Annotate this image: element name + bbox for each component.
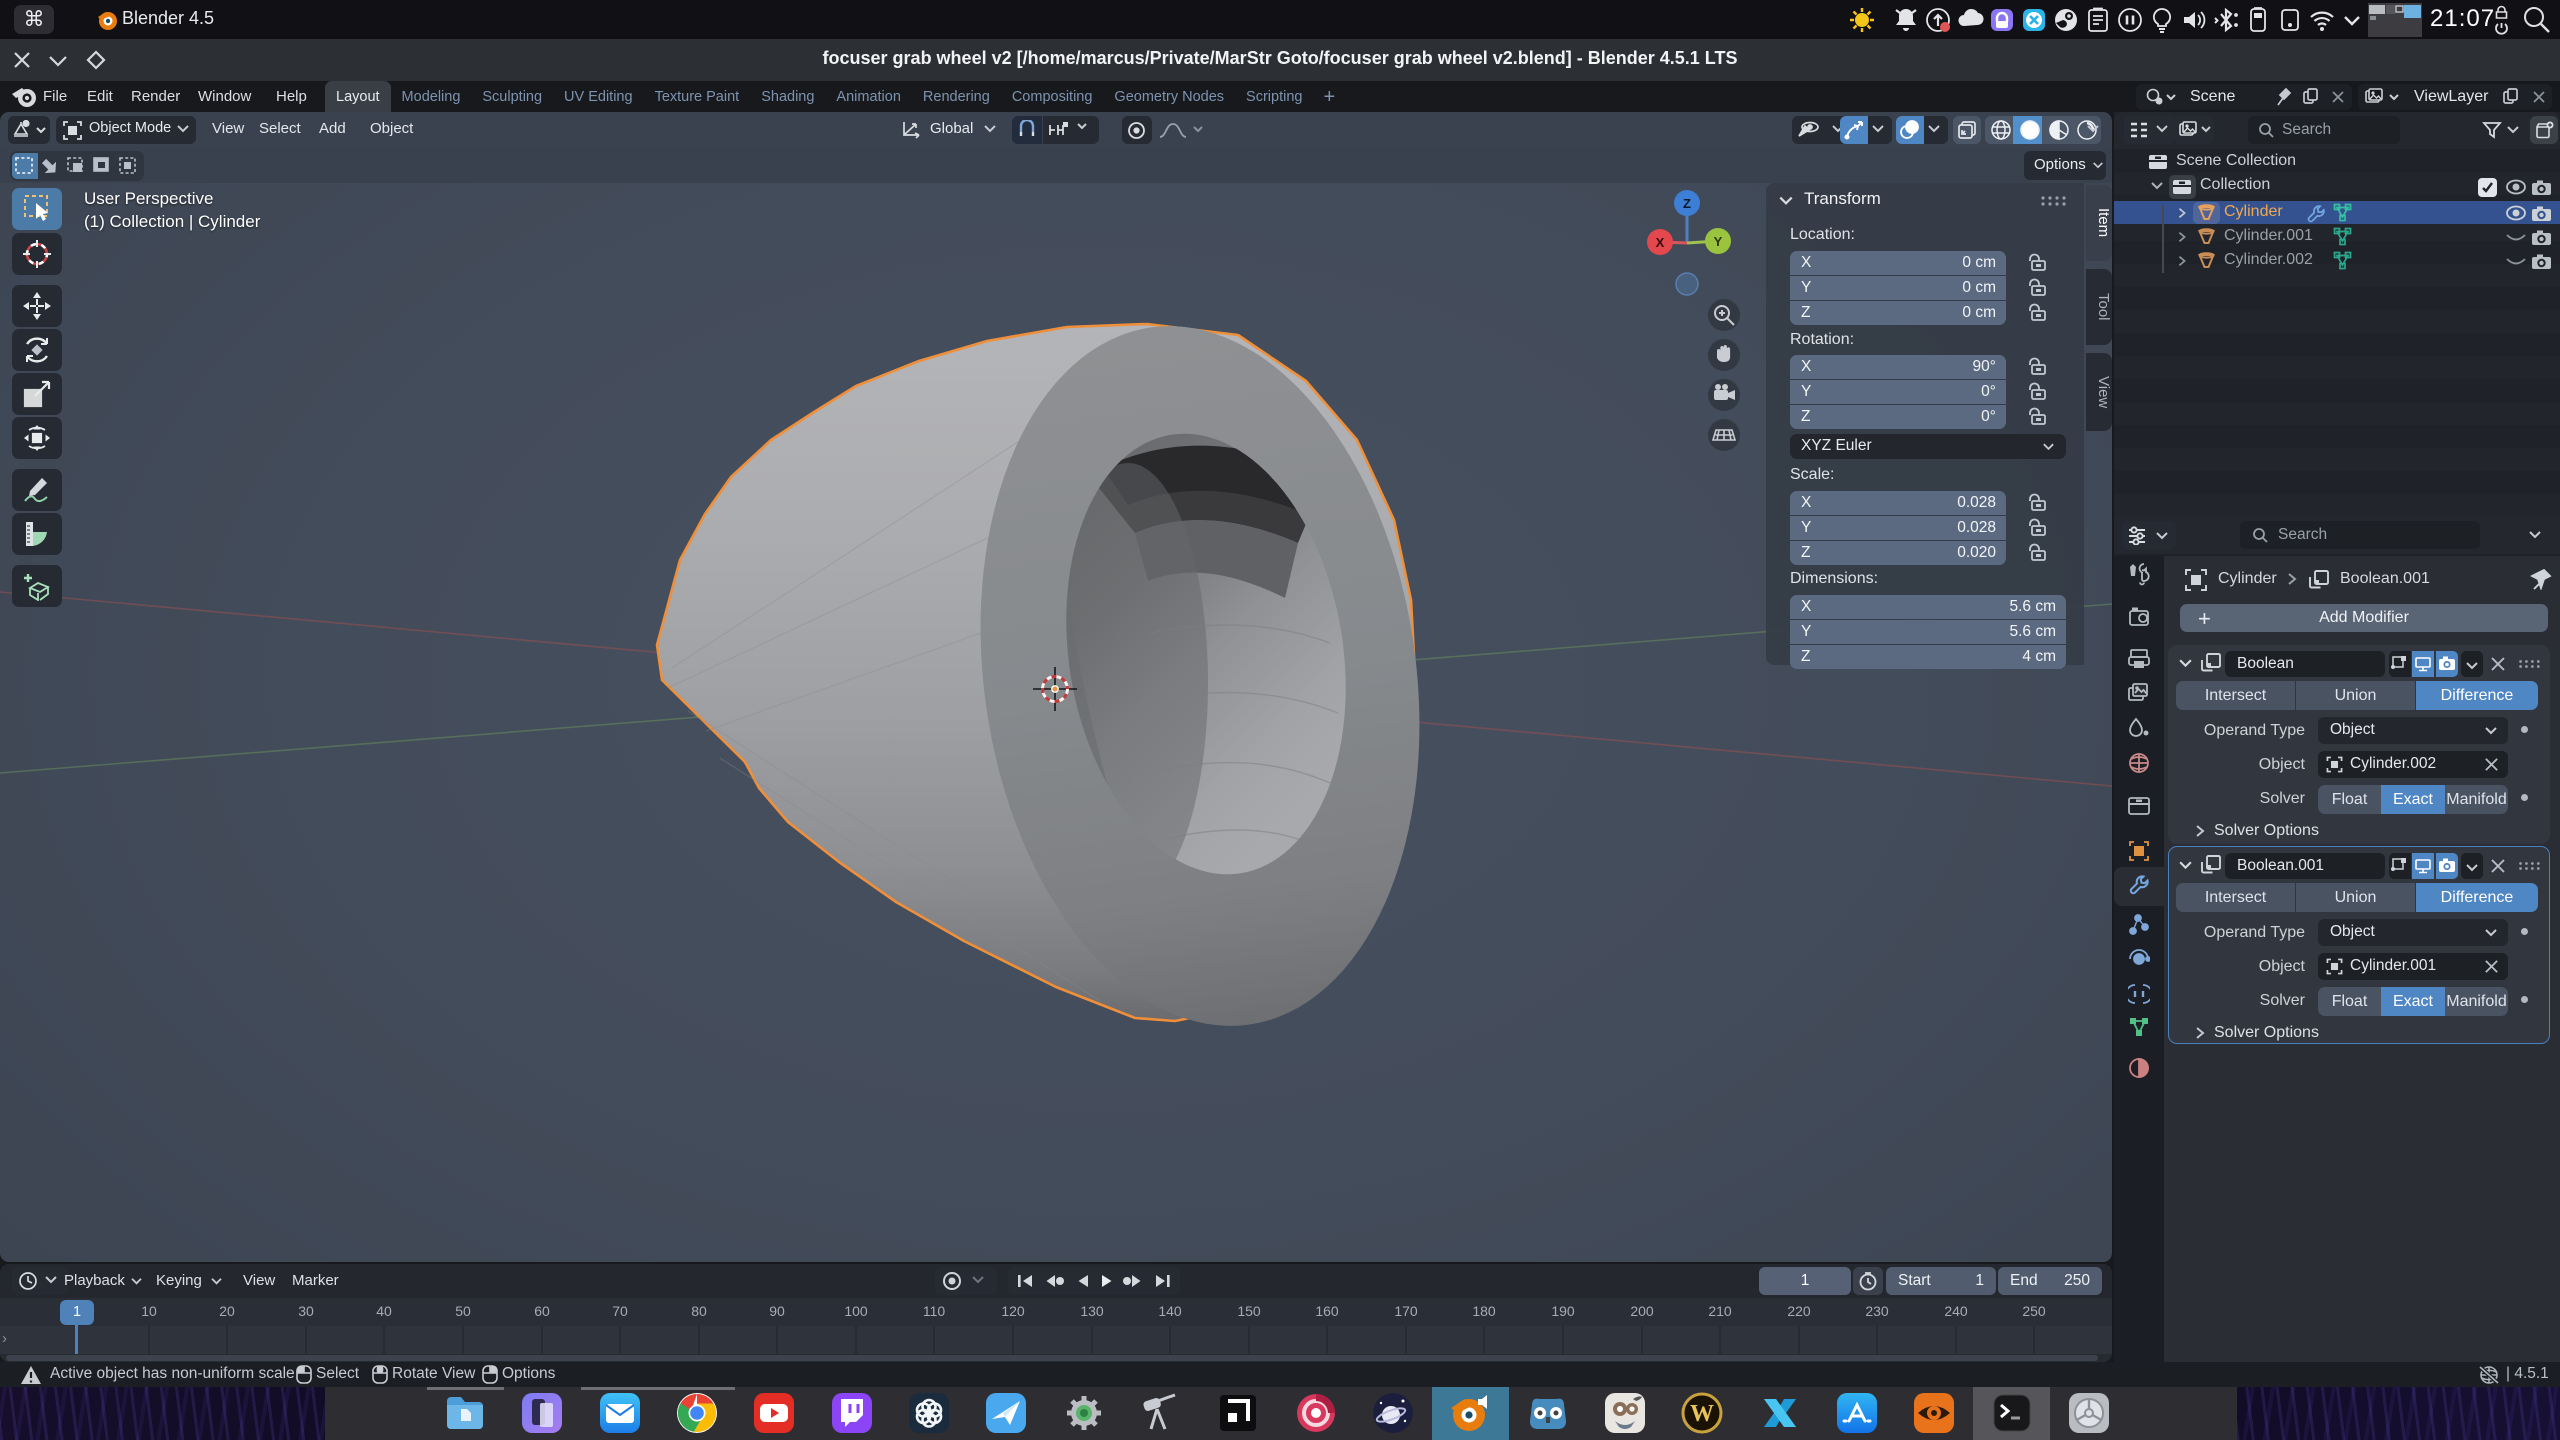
svg-text:60: 60	[534, 1303, 550, 1319]
svg-text:80: 80	[691, 1303, 707, 1319]
svg-text:240: 240	[1944, 1303, 1968, 1319]
svg-text:40: 40	[376, 1303, 392, 1319]
svg-text:50: 50	[455, 1303, 471, 1319]
svg-text:10: 10	[141, 1303, 157, 1319]
svg-text:160: 160	[1315, 1303, 1339, 1319]
svg-text:250: 250	[2022, 1303, 2046, 1319]
svg-text:120: 120	[1001, 1303, 1025, 1319]
svg-text:100: 100	[844, 1303, 868, 1319]
svg-text:110: 110	[923, 1303, 946, 1319]
svg-text:170: 170	[1394, 1303, 1418, 1319]
svg-text:150: 150	[1237, 1303, 1261, 1319]
svg-text:20: 20	[219, 1303, 235, 1319]
svg-text:Y: Y	[1714, 234, 1723, 249]
svg-text:220: 220	[1787, 1303, 1811, 1319]
svg-text:180: 180	[1472, 1303, 1496, 1319]
svg-text:30: 30	[298, 1303, 314, 1319]
svg-text:210: 210	[1708, 1303, 1732, 1319]
svg-text:X: X	[1656, 235, 1665, 250]
svg-text:Z: Z	[1683, 196, 1691, 211]
svg-text:190: 190	[1551, 1303, 1575, 1319]
svg-text:200: 200	[1630, 1303, 1654, 1319]
svg-text:130: 130	[1080, 1303, 1104, 1319]
svg-text:140: 140	[1158, 1303, 1182, 1319]
svg-text:230: 230	[1865, 1303, 1889, 1319]
svg-text:90: 90	[769, 1303, 785, 1319]
svg-text:70: 70	[612, 1303, 628, 1319]
svg-text:W: W	[1690, 1401, 1714, 1427]
